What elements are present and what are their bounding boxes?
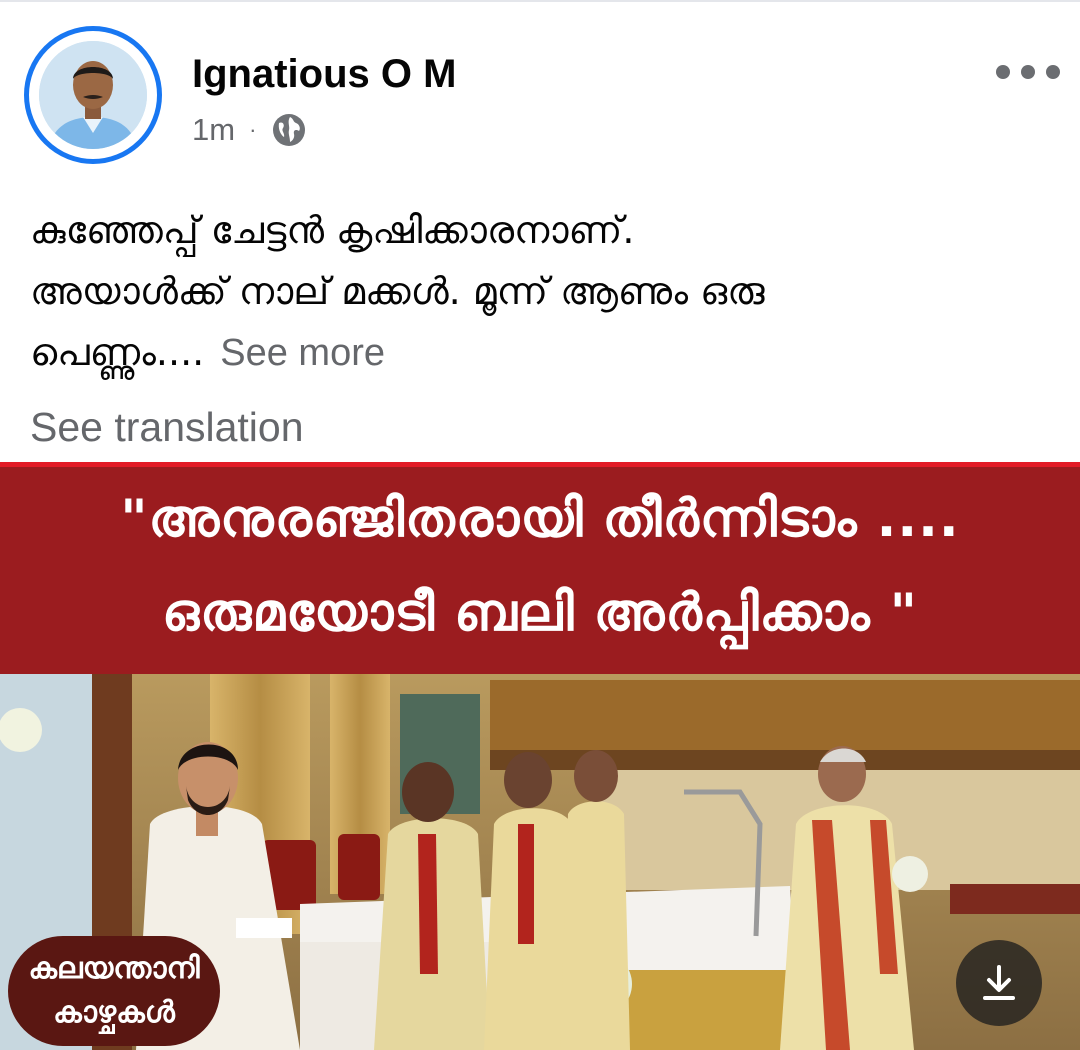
avatar[interactable]	[24, 26, 162, 164]
post-text: കുഞ്ഞേപ്പ് ചേട്ടൻ കൃഷിക്കാരനാണ്. അയാൾക്ക…	[30, 200, 1050, 384]
see-translation-link[interactable]: See translation	[30, 404, 304, 451]
post-text-line: കുഞ്ഞേപ്പ് ചേട്ടൻ കൃഷിക്കാരനാണ്.	[30, 208, 635, 252]
more-dots-icon	[996, 65, 1010, 79]
facebook-post: Ignatious O M 1m · കുഞ്ഞേപ്പ് ചേട്ടൻ കൃഷ…	[0, 0, 1080, 1050]
more-options-button[interactable]	[996, 52, 1060, 92]
globe-icon	[270, 111, 308, 149]
more-dots-icon	[1021, 65, 1035, 79]
post-text-line: അയാൾക്ക് നാല് മക്കൾ. മൂന്ന് ആണും ഒരു	[30, 269, 765, 313]
avatar-photo	[39, 41, 147, 149]
more-dots-icon	[1046, 65, 1060, 79]
caption-badge: കലയന്താനി കാഴ്ചകൾ	[8, 936, 220, 1046]
post-time[interactable]: 1m	[192, 112, 235, 148]
banner-text-line: "അനുരഞ്ജിതരായി തീർന്നിടാം ....	[120, 489, 960, 549]
post-image[interactable]: "അനുരഞ്ജിതരായി തീർന്നിടാം .... ഒരുമയോടീ …	[0, 462, 1080, 1050]
download-icon	[983, 965, 1015, 1000]
download-button[interactable]	[956, 940, 1042, 1026]
divider	[0, 0, 1080, 2]
post-text-line-content: പെണ്ണും....	[30, 330, 205, 374]
post-meta: 1m ·	[192, 108, 308, 152]
author-name[interactable]: Ignatious O M	[192, 50, 456, 98]
post-text-line: പെണ്ണും.... See more	[30, 322, 1050, 384]
image-banner: "അനുരഞ്ജിതരായി തീർന്നിടാം .... ഒരുമയോടീ …	[0, 462, 1080, 674]
see-more-link[interactable]: See more	[220, 332, 385, 374]
caption-text-line: കലയന്താനി	[28, 951, 200, 986]
meta-separator: ·	[249, 117, 257, 142]
banner-text-line: ഒരുമയോടീ ബലി അർപ്പിക്കാം "	[162, 583, 918, 643]
caption-text-line: കാഴ്ചകൾ	[53, 995, 175, 1030]
